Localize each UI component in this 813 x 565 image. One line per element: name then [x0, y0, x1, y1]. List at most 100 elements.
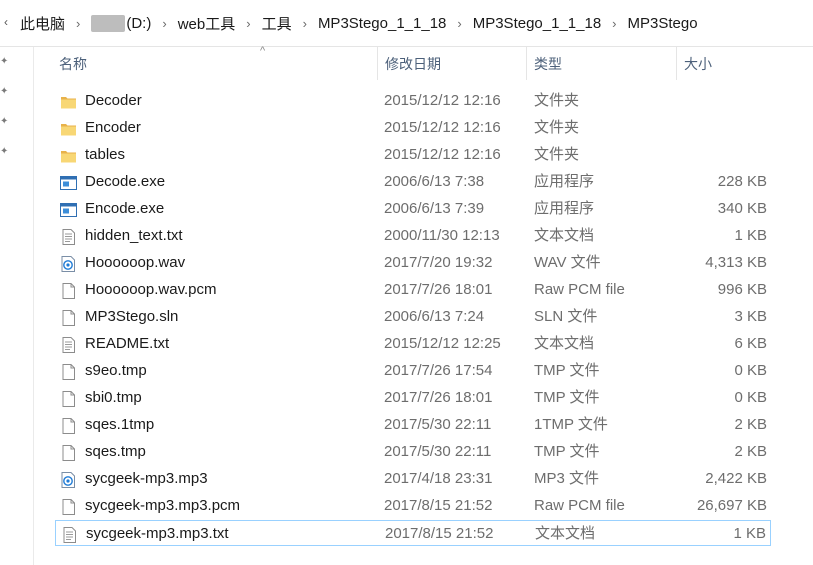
- navigation-pane[interactable]: ✦ ✦ ✦ ✦: [0, 47, 34, 565]
- file-row[interactable]: sycgeek-mp3.mp3 2017/4/18 23:31 MP3 文件 2,42…: [55, 466, 771, 492]
- file-name: tables: [85, 146, 126, 163]
- file-size: 3 KB: [734, 308, 767, 325]
- chevron-right-icon[interactable]: ›: [612, 16, 616, 31]
- file-row[interactable]: s9eo.tmp 2017/7/26 17:54 TMP 文件 0 KB: [55, 358, 771, 384]
- file-modified: 2000/11/30 12:13: [384, 227, 500, 244]
- file-modified: 2015/12/12 12:16: [384, 146, 501, 163]
- file-type: SLN 文件: [534, 308, 598, 325]
- file-row[interactable]: sycgeek-mp3.mp3.pcm 2017/8/15 21:52 Raw PC…: [55, 493, 771, 519]
- column-header: ^ 名称 修改日期 类型 大小: [52, 45, 782, 80]
- file-row[interactable]: sycgeek-mp3.mp3.txt 2017/8/15 21:52 文本文档 1 …: [55, 520, 771, 546]
- file-row[interactable]: Encoder 2015/12/12 12:16 文件夹: [55, 115, 771, 141]
- file-modified: 2017/7/20 19:32: [384, 254, 493, 271]
- file-name: README.txt: [85, 335, 170, 352]
- file-modified: 2015/12/12 12:16: [384, 92, 501, 109]
- file-row[interactable]: tables 2015/12/12 12:16 文件夹: [55, 142, 771, 168]
- file-name: sqes.1tmp: [85, 416, 155, 433]
- column-modified[interactable]: 修改日期: [377, 47, 526, 80]
- file-size: 340 KB: [717, 200, 767, 217]
- file-name: Encode.exe: [85, 200, 165, 217]
- file-type: MP3 文件: [534, 470, 600, 487]
- file-type: TMP 文件: [534, 443, 600, 460]
- file-modified: 2015/12/12 12:16: [384, 119, 501, 136]
- file-size: 228 KB: [717, 173, 767, 190]
- file-type: WAV 文件: [534, 254, 601, 271]
- file-name: sycgeek-mp3.mp3: [85, 470, 208, 487]
- pin-icon[interactable]: ✦: [0, 57, 10, 67]
- address-bar[interactable]: ‹ 此电脑 › (D:) › web工具 › 工具 › MP3Stego_1_1…: [0, 0, 813, 47]
- chevron-right-icon[interactable]: ›: [162, 16, 166, 31]
- pin-icon[interactable]: ✦: [0, 147, 10, 157]
- file-type: 1TMP 文件: [534, 416, 608, 433]
- file-name: hidden_text.txt: [85, 227, 183, 244]
- file-size: 2,422 KB: [705, 470, 767, 487]
- breadcrumb-item-tools[interactable]: 工具: [262, 13, 292, 34]
- file-row[interactable]: MP3Stego.sln 2006/6/13 7:24 SLN 文件 3 KB: [55, 304, 771, 330]
- chevron-right-icon[interactable]: ›: [246, 16, 250, 31]
- exe-icon: [60, 174, 77, 190]
- file-type: TMP 文件: [534, 362, 600, 379]
- file-modified: 2017/7/26 18:01: [384, 281, 493, 298]
- file-modified: 2015/12/12 12:25: [384, 335, 501, 352]
- exe-icon: [60, 201, 77, 217]
- blank-file-icon: [60, 282, 77, 299]
- file-row[interactable]: Hoooooop.wav.pcm 2017/7/26 18:01 Raw PCM f…: [55, 277, 771, 303]
- file-size: 1 KB: [734, 227, 767, 244]
- pin-icon[interactable]: ✦: [0, 117, 10, 127]
- file-row[interactable]: sbi0.tmp 2017/7/26 18:01 TMP 文件 0 KB: [55, 385, 771, 411]
- chevron-right-icon[interactable]: ›: [457, 16, 461, 31]
- column-size[interactable]: 大小: [676, 47, 776, 80]
- pin-icon[interactable]: ✦: [0, 87, 10, 97]
- file-modified: 2017/7/26 18:01: [384, 389, 493, 406]
- chevron-right-icon[interactable]: ›: [303, 16, 307, 31]
- file-name: sqes.tmp: [85, 443, 146, 460]
- file-name: s9eo.tmp: [85, 362, 147, 379]
- file-name: Hoooooop.wav: [85, 254, 186, 271]
- file-row[interactable]: hidden_text.txt 2000/11/30 12:13 文本文档 1 KB: [55, 223, 771, 249]
- file-modified: 2017/7/26 17:54: [384, 362, 493, 379]
- file-type: Raw PCM file: [534, 281, 625, 298]
- file-row[interactable]: Decode.exe 2006/6/13 7:38 应用程序 228 KB: [55, 169, 771, 195]
- blank-file-icon: [60, 417, 77, 434]
- file-name: MP3Stego.sln: [85, 308, 179, 325]
- breadcrumb-item-mp3stego[interactable]: MP3Stego: [628, 15, 698, 32]
- chevron-right-icon[interactable]: ›: [76, 16, 80, 31]
- chevron-left-icon[interactable]: ‹: [4, 15, 8, 29]
- file-row[interactable]: Encode.exe 2006/6/13 7:39 应用程序 340 KB: [55, 196, 771, 222]
- column-type[interactable]: 类型: [526, 47, 676, 80]
- breadcrumb-item-web-tools[interactable]: web工具: [178, 13, 236, 34]
- file-type: 应用程序: [534, 173, 595, 190]
- file-modified: 2006/6/13 7:24: [384, 308, 485, 325]
- column-name[interactable]: 名称: [52, 47, 377, 80]
- file-size: 2 KB: [734, 443, 767, 460]
- file-modified: 2006/6/13 7:39: [384, 200, 485, 217]
- file-type: TMP 文件: [534, 389, 600, 406]
- file-type: 文本文档: [534, 227, 595, 244]
- file-row[interactable]: sqes.1tmp 2017/5/30 22:11 1TMP 文件 2 KB: [55, 412, 771, 438]
- breadcrumb-item-drive[interactable]: (D:): [126, 15, 151, 32]
- file-row[interactable]: README.txt 2015/12/12 12:25 文本文档 6 KB: [55, 331, 771, 357]
- breadcrumb-item-mp3stego-inner[interactable]: MP3Stego_1_1_18: [473, 15, 601, 32]
- text-file-icon: [61, 526, 78, 543]
- file-size: 1 KB: [733, 525, 766, 542]
- file-size: 0 KB: [734, 362, 767, 379]
- breadcrumb-item-mp3stego-outer[interactable]: MP3Stego_1_1_18: [318, 15, 446, 32]
- folder-icon: [60, 147, 77, 163]
- file-size: 0 KB: [734, 389, 767, 406]
- file-modified: 2017/8/15 21:52: [384, 497, 493, 514]
- audio-file-icon: [60, 471, 77, 488]
- file-type: 文件夹: [534, 92, 580, 109]
- file-type: Raw PCM file: [534, 497, 625, 514]
- file-row[interactable]: Hoooooop.wav 2017/7/20 19:32 WAV 文件 4,313 K…: [55, 250, 771, 276]
- breadcrumb: 此电脑 › (D:) › web工具 › 工具 › MP3Stego_1_1_1…: [20, 13, 698, 34]
- file-size: 26,697 KB: [696, 497, 767, 514]
- text-file-icon: [60, 228, 77, 245]
- file-row[interactable]: Decoder 2015/12/12 12:16 文件夹: [55, 88, 771, 114]
- drive-label-redacted: [91, 15, 126, 32]
- file-size: 2 KB: [734, 416, 767, 433]
- file-row[interactable]: sqes.tmp 2017/5/30 22:11 TMP 文件 2 KB: [55, 439, 771, 465]
- file-size: 6 KB: [734, 335, 767, 352]
- breadcrumb-item-this-pc[interactable]: 此电脑: [20, 13, 65, 34]
- file-name: sycgeek-mp3.mp3.pcm: [85, 497, 241, 514]
- blank-file-icon: [60, 363, 77, 380]
